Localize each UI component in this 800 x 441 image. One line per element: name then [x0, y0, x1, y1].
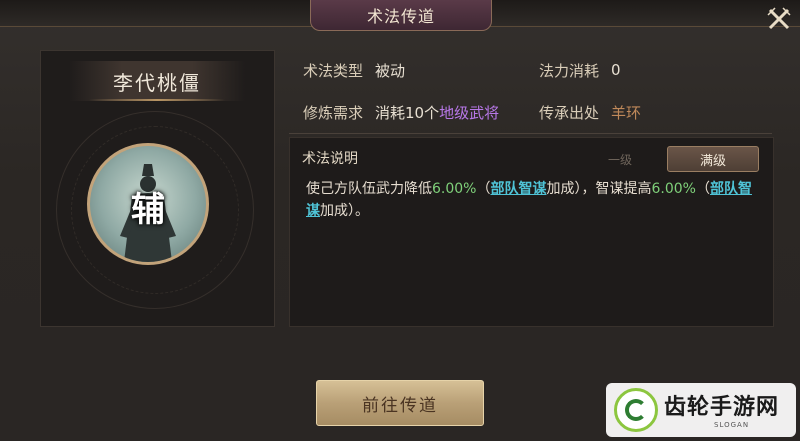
skill-type-row: 术法类型 被动	[303, 56, 405, 84]
source-value: 羊环	[611, 103, 642, 122]
role-character: 辅	[131, 190, 165, 230]
skill-info: 术法类型 被动 法力消耗 0 修炼需求 消耗10个 地级武将 传承出处 羊环	[289, 52, 772, 134]
go-teach-button[interactable]: 前往传道	[316, 380, 484, 426]
desc-pct1: 6.00%	[432, 181, 477, 197]
site-logo-icon	[614, 388, 658, 432]
source-label: 传承出处	[539, 103, 600, 122]
watermark: 齿轮手游网 SLOGAN	[606, 383, 796, 437]
mana-cost-row: 法力消耗 0	[539, 56, 621, 84]
desc-part3: 加成）。	[320, 203, 369, 219]
troop-intel-link[interactable]: 部队智谋	[490, 181, 546, 197]
name-divider	[89, 99, 225, 101]
watermark-slogan: SLOGAN	[714, 421, 750, 429]
requirement-highlight: 地级武将	[439, 103, 500, 122]
desc-paren-open1: （	[476, 181, 491, 197]
watermark-text: 齿轮手游网	[664, 395, 780, 420]
desc-part2: 加成），智谋提高	[546, 181, 652, 197]
desc-paren-open2: （	[695, 181, 710, 197]
description-panel: 术法说明 一级 满级 使己方队伍武力降低6.00%（部队智谋加成），智谋提高6.…	[289, 137, 774, 327]
close-button[interactable]	[762, 2, 796, 36]
character-panel: 李代桃僵 辅	[40, 50, 275, 327]
source-row: 传承出处 羊环	[539, 98, 641, 126]
requirement-text: 消耗10个	[375, 103, 440, 122]
close-icon	[767, 7, 791, 30]
level-basic-tab[interactable]: 一级	[590, 147, 650, 171]
skill-type-value: 被动	[375, 61, 406, 80]
mana-cost-value: 0	[611, 61, 621, 79]
level-max-tab[interactable]: 满级	[667, 146, 759, 172]
desc-part1: 使己方队伍武力降低	[306, 181, 432, 197]
mana-cost-label: 法力消耗	[539, 61, 600, 80]
desc-pct2: 6.00%	[651, 181, 696, 197]
skill-portrait: 辅	[87, 143, 209, 265]
requirement-row: 修炼需求 消耗10个 地级武将	[303, 98, 499, 126]
dialog-title: 术法传道	[310, 0, 492, 31]
description-text: 使己方队伍武力降低6.00%（部队智谋加成），智谋提高6.00%（部队智谋加成）…	[306, 178, 764, 222]
requirement-label: 修炼需求	[303, 103, 364, 122]
skill-type-label: 术法类型	[303, 61, 364, 80]
description-title: 术法说明	[302, 151, 358, 167]
info-divider	[289, 133, 772, 134]
skill-name: 李代桃僵	[69, 61, 245, 101]
